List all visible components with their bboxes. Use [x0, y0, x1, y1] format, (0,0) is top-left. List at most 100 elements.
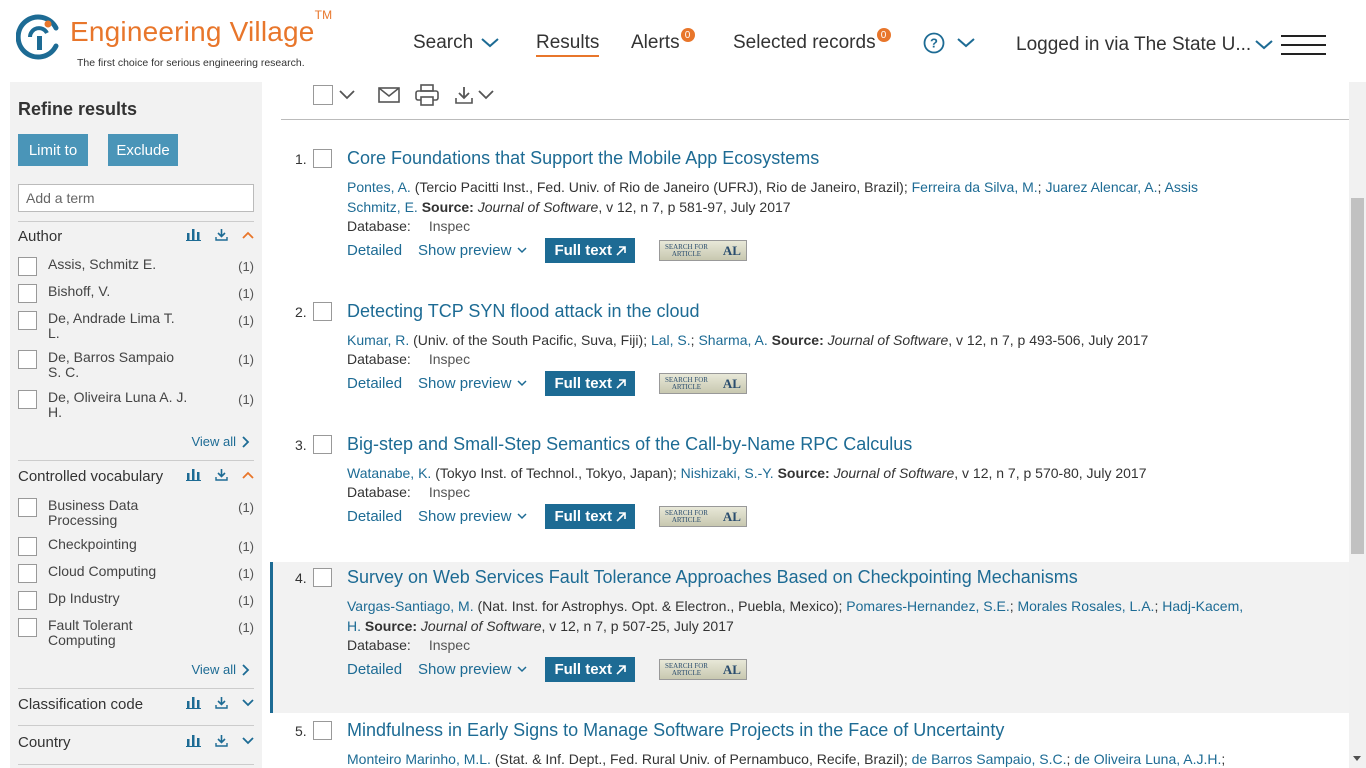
chevron-down-icon[interactable] [242, 698, 254, 707]
show-preview-link[interactable]: Show preview [418, 508, 527, 525]
author-link[interactable]: Morales Rosales, L.A. [1017, 598, 1154, 614]
checkbox[interactable] [18, 350, 37, 369]
nav-logged-in[interactable]: Logged in via The State U... [1016, 34, 1273, 56]
exclude-button[interactable]: Exclude [108, 134, 178, 166]
result-checkbox[interactable] [313, 149, 332, 168]
full-text-button[interactable]: Full text [545, 238, 635, 263]
author-link[interactable]: Ferreira da Silva, M. [912, 179, 1038, 195]
author-link[interactable]: Pomares-Hernandez, S.E. [846, 598, 1009, 614]
toolbar-divider [281, 119, 1349, 120]
bar-chart-icon[interactable] [186, 734, 201, 747]
scroll-down-arrow-icon[interactable] [1353, 756, 1361, 761]
bar-chart-icon[interactable] [186, 228, 201, 241]
refine-title: Refine results [18, 99, 138, 119]
bar-chart-icon[interactable] [186, 696, 201, 709]
search-for-article-button[interactable]: SEARCH FOR ARTICLE AL [658, 506, 747, 527]
show-preview-link[interactable]: Show preview [418, 375, 527, 392]
checkbox[interactable] [18, 618, 37, 637]
search-for-article-button[interactable]: SEARCH FOR ARTICLE AL [658, 373, 747, 394]
author-link[interactable]: de Oliveira Luna, A.J.H. [1074, 751, 1221, 767]
bar-chart-icon[interactable] [186, 468, 201, 481]
facet-classification-header[interactable]: Classification code [18, 694, 254, 714]
result-checkbox[interactable] [313, 721, 332, 740]
select-all-checkbox[interactable] [313, 85, 333, 105]
vocabulary-view-all-link[interactable]: View all [191, 662, 250, 677]
checkbox[interactable] [18, 284, 37, 303]
download-icon[interactable] [215, 228, 228, 241]
facet-country-header[interactable]: Country [18, 732, 254, 752]
download-icon[interactable] [454, 85, 474, 105]
facet-author-header[interactable]: Author [18, 226, 254, 246]
hamburger-menu-icon[interactable] [1281, 35, 1326, 55]
nav-help[interactable]: ? [923, 32, 975, 54]
author-link[interactable]: Watanabe, K. [347, 465, 431, 481]
download-icon[interactable] [215, 696, 228, 709]
result-item: 1. Core Foundations that Support the Mob… [270, 136, 1349, 276]
search-for-article-button[interactable]: SEARCH FOR ARTICLE AL [658, 240, 747, 261]
chevron-up-icon[interactable] [242, 231, 254, 239]
result-title-link[interactable]: Mindfulness in Early Signs to Manage Sof… [347, 720, 1004, 741]
author-link[interactable]: Pontes, A. [347, 179, 411, 195]
result-title-link[interactable]: Big-step and Small-Step Semantics of the… [347, 434, 912, 455]
show-preview-link[interactable]: Show preview [418, 242, 527, 259]
chevron-down-icon[interactable] [478, 90, 494, 100]
nav-selected-records[interactable]: Selected records 0 [733, 28, 891, 54]
checkbox[interactable] [18, 537, 37, 556]
author-link[interactable]: Monteiro Marinho, M.L. [347, 751, 491, 767]
result-database: Database: Inspec [347, 218, 471, 234]
show-preview-link[interactable]: Show preview [418, 661, 527, 678]
search-for-article-button[interactable]: SEARCH FOR ARTICLE AL [658, 659, 747, 680]
result-title-link[interactable]: Detecting TCP SYN flood attack in the cl… [347, 301, 700, 322]
result-title-link[interactable]: Survey on Web Services Fault Tolerance A… [347, 567, 1078, 588]
checkbox[interactable] [18, 498, 37, 517]
download-icon[interactable] [215, 468, 228, 481]
add-term-input[interactable] [18, 184, 254, 212]
download-icon[interactable] [215, 734, 228, 747]
result-checkbox[interactable] [313, 435, 332, 454]
chevron-down-icon[interactable] [339, 90, 355, 100]
checkbox[interactable] [18, 591, 37, 610]
scrollbar-thumb[interactable] [1351, 198, 1364, 554]
facet-vocabulary-header[interactable]: Controlled vocabulary [18, 466, 254, 486]
author-link[interactable]: Nishizaki, S.-Y. [681, 465, 774, 481]
full-text-button[interactable]: Full text [545, 504, 635, 529]
detailed-link[interactable]: Detailed [347, 661, 402, 678]
result-citation: Watanabe, K. (Tokyo Inst. of Technol., T… [347, 465, 1147, 481]
author-link[interactable]: Sharma, A. [698, 332, 767, 348]
author-link[interactable]: Juarez Alencar, A. [1045, 179, 1157, 195]
detailed-link[interactable]: Detailed [347, 508, 402, 525]
checkbox[interactable] [18, 257, 37, 276]
author-link[interactable]: Lal, S. [651, 332, 691, 348]
engineering-village-logo-icon[interactable] [16, 14, 62, 60]
full-text-button[interactable]: Full text [545, 371, 635, 396]
chevron-down-icon [517, 666, 527, 673]
author-view-all-link[interactable]: View all [191, 434, 250, 449]
email-icon[interactable] [378, 87, 400, 103]
selected-count-badge: 0 [876, 28, 891, 42]
nav-search[interactable]: Search [413, 32, 499, 54]
nav-alerts[interactable]: Alerts 0 [631, 28, 695, 54]
print-icon[interactable] [415, 84, 439, 106]
detailed-link[interactable]: Detailed [347, 375, 402, 392]
result-checkbox[interactable] [313, 302, 332, 321]
result-item: 2. Detecting TCP SYN flood attack in the… [270, 289, 1349, 419]
author-link[interactable]: Kumar, R. [347, 332, 409, 348]
chevron-up-icon[interactable] [242, 471, 254, 479]
checkbox[interactable] [18, 390, 37, 409]
brand-name[interactable]: Engineering VillageTM [70, 8, 332, 48]
result-title-link[interactable]: Core Foundations that Support the Mobile… [347, 148, 819, 169]
nav-results[interactable]: Results [536, 32, 600, 57]
full-text-button[interactable]: Full text [545, 657, 635, 682]
checkbox[interactable] [18, 564, 37, 583]
result-checkbox[interactable] [313, 568, 332, 587]
result-actions: Detailed Show preview Full text SEARCH F… [347, 371, 747, 396]
checkbox[interactable] [18, 311, 37, 330]
page-scrollbar[interactable] [1349, 82, 1366, 768]
limit-to-button[interactable]: Limit to [18, 134, 88, 166]
author-link[interactable]: Vargas-Santiago, M. [347, 598, 474, 614]
detailed-link[interactable]: Detailed [347, 242, 402, 259]
chevron-down-icon[interactable] [242, 736, 254, 745]
external-link-icon [616, 664, 626, 675]
external-link-icon [616, 511, 626, 522]
author-link[interactable]: de Barros Sampaio, S.C. [912, 751, 1067, 767]
